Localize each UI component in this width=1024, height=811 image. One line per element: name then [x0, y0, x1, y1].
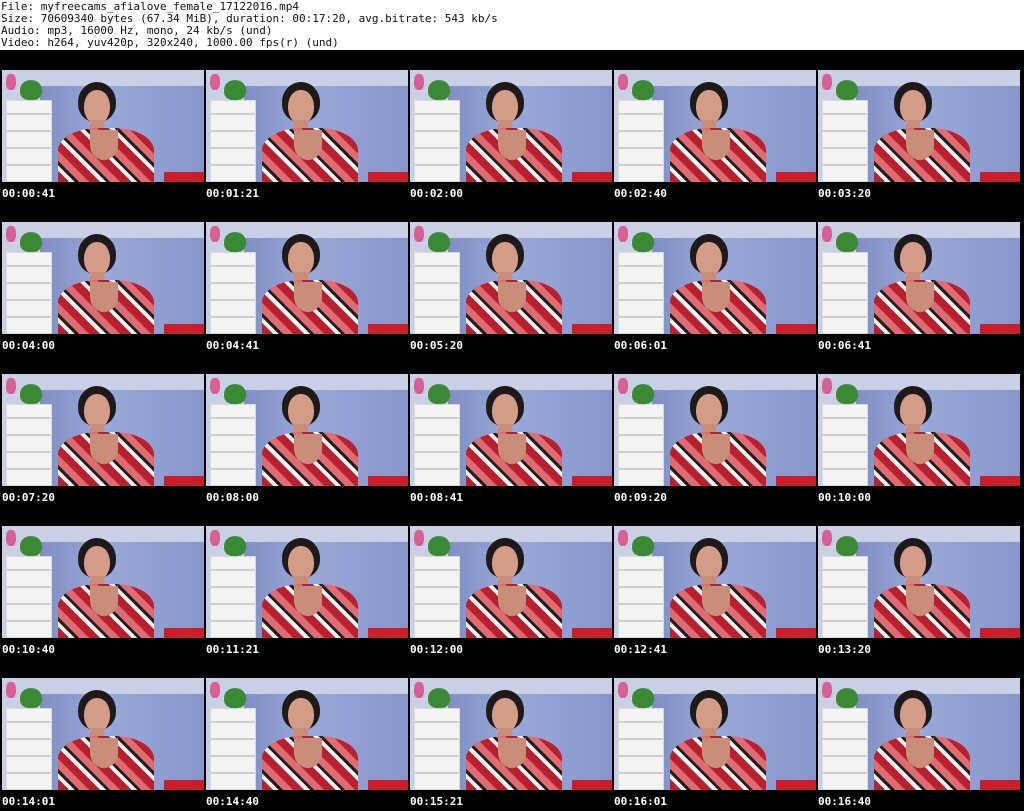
video-frame-thumbnail [410, 374, 612, 486]
thumbnail-cell: 00:11:21 [204, 506, 408, 658]
thumbnail-cell: 00:08:41 [408, 354, 612, 506]
thumbnail-cell: 00:07:20 [0, 354, 204, 506]
thumbnail-cell: 00:15:21 [408, 658, 612, 810]
timestamp-label: 00:12:00 [410, 643, 463, 656]
timestamp-label: 00:15:21 [410, 795, 463, 808]
video-info-line: Video: h264, yuv420p, 320x240, 1000.00 f… [1, 36, 339, 49]
video-frame-thumbnail [410, 70, 612, 182]
timestamp-label: 00:02:00 [410, 187, 463, 200]
timestamp-label: 00:08:00 [206, 491, 259, 504]
thumbnail-cell: 00:13:20 [816, 506, 1020, 658]
video-frame-thumbnail [206, 678, 408, 790]
thumbnail-cell: 00:12:00 [408, 506, 612, 658]
thumbnail-cell: 00:12:41 [612, 506, 816, 658]
video-frame-thumbnail [410, 526, 612, 638]
thumbnail-cell: 00:05:20 [408, 202, 612, 354]
thumbnail-cell: 00:03:20 [816, 50, 1020, 202]
video-frame-thumbnail [206, 70, 408, 182]
video-frame-thumbnail [614, 526, 816, 638]
timestamp-label: 00:04:00 [2, 339, 55, 352]
timestamp-label: 00:14:01 [2, 795, 55, 808]
thumbnail-cell: 00:16:01 [612, 658, 816, 810]
video-frame-thumbnail [818, 222, 1020, 334]
thumbnail-cell: 00:06:41 [816, 202, 1020, 354]
timestamp-label: 00:07:20 [2, 491, 55, 504]
timestamp-label: 00:08:41 [410, 491, 463, 504]
timestamp-label: 00:12:41 [614, 643, 667, 656]
timestamp-label: 00:06:01 [614, 339, 667, 352]
thumbnail-cell: 00:01:21 [204, 50, 408, 202]
thumbnail-cell: 00:10:40 [0, 506, 204, 658]
video-frame-thumbnail [410, 222, 612, 334]
video-frame-thumbnail [206, 222, 408, 334]
thumbnail-cell: 00:06:01 [612, 202, 816, 354]
video-frame-thumbnail [410, 678, 612, 790]
video-frame-thumbnail [614, 222, 816, 334]
thumbnail-cell: 00:10:00 [816, 354, 1020, 506]
timestamp-label: 00:16:01 [614, 795, 667, 808]
timestamp-label: 00:13:20 [818, 643, 871, 656]
timestamp-label: 00:14:40 [206, 795, 259, 808]
video-frame-thumbnail [206, 374, 408, 486]
thumbnail-cell: 00:08:00 [204, 354, 408, 506]
timestamp-label: 00:10:40 [2, 643, 55, 656]
thumbnail-cell: 00:04:00 [0, 202, 204, 354]
video-frame-thumbnail [2, 526, 204, 638]
video-frame-thumbnail [818, 70, 1020, 182]
video-frame-thumbnail [2, 678, 204, 790]
thumbnail-cell: 00:14:01 [0, 658, 204, 810]
video-frame-thumbnail [206, 526, 408, 638]
thumbnail-cell: 00:14:40 [204, 658, 408, 810]
timestamp-label: 00:06:41 [818, 339, 871, 352]
timestamp-label: 00:10:00 [818, 491, 871, 504]
video-frame-thumbnail [614, 70, 816, 182]
info-header: File: myfreecams_afialove_female_1712201… [0, 0, 1024, 50]
video-frame-thumbnail [614, 678, 816, 790]
timestamp-label: 00:09:20 [614, 491, 667, 504]
thumbnail-cell: 00:04:41 [204, 202, 408, 354]
video-frame-thumbnail [2, 374, 204, 486]
video-frame-thumbnail [2, 70, 204, 182]
thumbnail-cell: 00:00:41 [0, 50, 204, 202]
timestamp-label: 00:00:41 [2, 187, 55, 200]
timestamp-label: 00:04:41 [206, 339, 259, 352]
video-frame-thumbnail [818, 678, 1020, 790]
video-frame-thumbnail [2, 222, 204, 334]
thumbnail-cell: 00:02:00 [408, 50, 612, 202]
video-frame-thumbnail [818, 374, 1020, 486]
thumbnail-cell: 00:16:40 [816, 658, 1020, 810]
timestamp-label: 00:05:20 [410, 339, 463, 352]
thumbnail-cell: 00:09:20 [612, 354, 816, 506]
thumbnail-grid: 00:00:41 00:01:21 00:02:00 00:02:40 00:03:20… [0, 50, 1024, 811]
timestamp-label: 00:02:40 [614, 187, 667, 200]
video-frame-thumbnail [818, 526, 1020, 638]
video-frame-thumbnail [614, 374, 816, 486]
thumbnail-cell: 00:02:40 [612, 50, 816, 202]
timestamp-label: 00:03:20 [818, 187, 871, 200]
timestamp-label: 00:01:21 [206, 187, 259, 200]
timestamp-label: 00:16:40 [818, 795, 871, 808]
timestamp-label: 00:11:21 [206, 643, 259, 656]
